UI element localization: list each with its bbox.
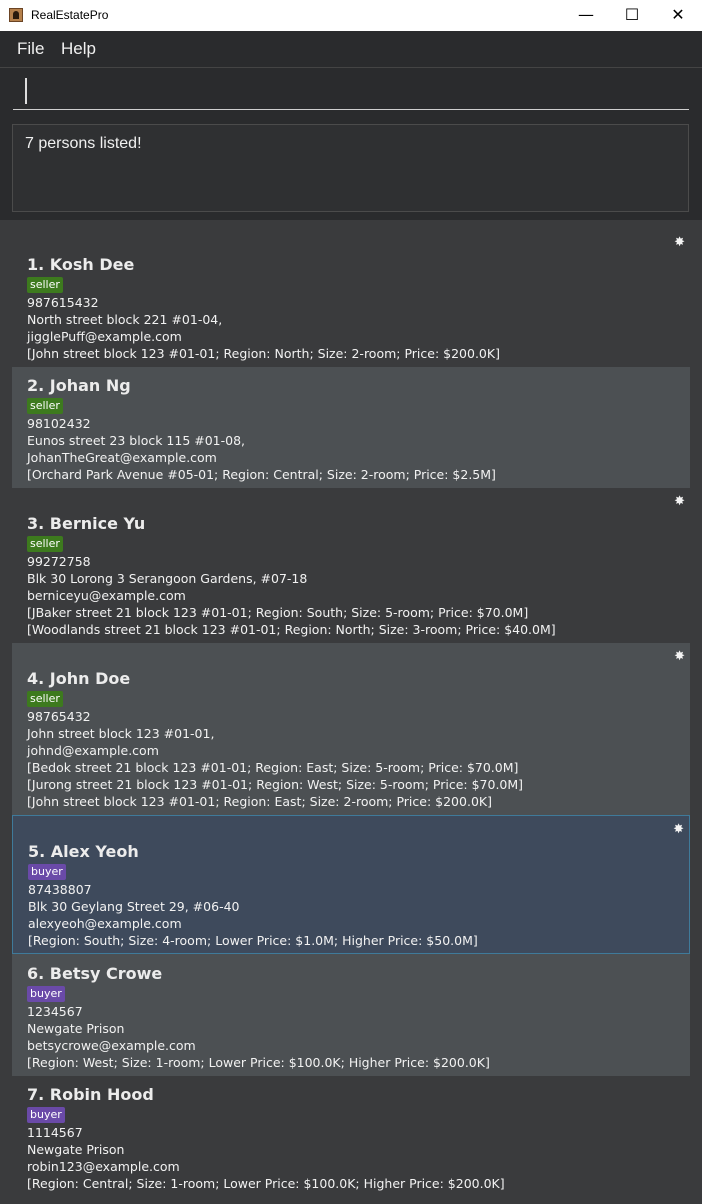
person-card[interactable]: 7. Robin Hood buyer 1114567 Newgate Pris… — [12, 1076, 690, 1204]
person-email: berniceyu@example.com — [27, 588, 186, 603]
property-entry: [JBaker street 21 block 123 #01-01; Regi… — [27, 605, 529, 620]
person-phone: 87438807 — [28, 882, 92, 897]
person-card[interactable]: ✸ 4. John Doe seller 98765432 John stree… — [12, 643, 690, 815]
person-phone: 1234567 — [27, 1004, 83, 1019]
command-input[interactable] — [13, 77, 689, 110]
buyer-preference: [Region: West; Size: 1-room; Lower Price… — [27, 1055, 490, 1070]
person-card[interactable]: ✸ 1. Kosh Dee seller 987615432 North str… — [12, 230, 690, 367]
menu-bar: File Help — [0, 31, 702, 67]
person-name: 2. Johan Ng — [27, 376, 131, 395]
role-tag: buyer — [28, 864, 66, 880]
minimize-button[interactable]: — — [563, 0, 609, 31]
property-entry: [Woodlands street 21 block 123 #01-01; R… — [27, 622, 556, 637]
property-entry: [John street block 123 #01-01; Region: N… — [27, 346, 500, 361]
person-address: Newgate Prison — [27, 1142, 125, 1157]
person-card-selected[interactable]: ✸ 5. Alex Yeoh buyer 87438807 Blk 30 Gey… — [12, 815, 690, 954]
person-name: 3. Bernice Yu — [27, 514, 146, 533]
person-name: 7. Robin Hood — [27, 1085, 154, 1104]
person-name: 1. Kosh Dee — [27, 255, 135, 274]
property-entry: [John street block 123 #01-01; Region: E… — [27, 794, 492, 809]
menu-file[interactable]: File — [17, 39, 44, 59]
favourite-burst-icon: ✸ — [674, 494, 685, 509]
person-address: North street block 221 #01-04, — [27, 312, 223, 327]
text-caret — [25, 78, 27, 104]
role-tag: seller — [27, 691, 63, 707]
person-card[interactable]: 6. Betsy Crowe buyer 1234567 Newgate Pri… — [12, 954, 690, 1076]
property-entry: [Bedok street 21 block 123 #01-01; Regio… — [27, 760, 519, 775]
person-phone: 987615432 — [27, 295, 99, 310]
person-email: robin123@example.com — [27, 1159, 180, 1174]
close-button[interactable]: ✕ — [655, 0, 701, 31]
person-name: 5. Alex Yeoh — [28, 842, 139, 861]
person-phone: 1114567 — [27, 1125, 83, 1140]
person-address: John street block 123 #01-01, — [27, 726, 215, 741]
result-display-panel: 7 persons listed! — [0, 117, 702, 220]
person-email: betsycrowe@example.com — [27, 1038, 196, 1053]
person-address: Eunos street 23 block 115 #01-08, — [27, 433, 246, 448]
person-list[interactable]: ✸ 1. Kosh Dee seller 987615432 North str… — [12, 230, 690, 1204]
property-entry: [Jurong street 21 block 123 #01-01; Regi… — [27, 777, 524, 792]
result-message: 7 persons listed! — [25, 135, 142, 152]
favourite-burst-icon: ✸ — [673, 822, 684, 837]
command-box — [0, 67, 702, 118]
maximize-button[interactable]: ☐ — [609, 0, 655, 31]
role-tag: buyer — [27, 986, 65, 1002]
person-address: Newgate Prison — [27, 1021, 125, 1036]
favourite-burst-icon: ✸ — [674, 235, 685, 250]
person-phone: 98765432 — [27, 709, 91, 724]
buyer-preference: [Region: Central; Size: 1-room; Lower Pr… — [27, 1176, 505, 1191]
menu-help[interactable]: Help — [61, 39, 96, 59]
role-tag: seller — [27, 277, 63, 293]
app-icon — [9, 8, 23, 22]
person-email: alexyeoh@example.com — [28, 916, 182, 931]
person-name: 6. Betsy Crowe — [27, 964, 163, 983]
person-address: Blk 30 Geylang Street 29, #06-40 — [28, 899, 240, 914]
person-email: jigglePuff@example.com — [27, 329, 182, 344]
person-email: JohanTheGreat@example.com — [27, 450, 217, 465]
person-address: Blk 30 Lorong 3 Serangoon Gardens, #07-1… — [27, 571, 308, 586]
person-card[interactable]: ✸ 3. Bernice Yu seller 99272758 Blk 30 L… — [12, 488, 690, 643]
role-tag: buyer — [27, 1107, 65, 1123]
favourite-burst-icon: ✸ — [674, 649, 685, 664]
result-display: 7 persons listed! — [12, 124, 689, 212]
role-tag: seller — [27, 398, 63, 414]
buyer-preference: [Region: South; Size: 4-room; Lower Pric… — [28, 933, 478, 948]
window-title: RealEstatePro — [31, 8, 109, 22]
title-bar: RealEstatePro — ☐ ✕ — [0, 0, 702, 31]
person-card[interactable]: 2. Johan Ng seller 98102432 Eunos street… — [12, 367, 690, 488]
person-phone: 98102432 — [27, 416, 91, 431]
person-name: 4. John Doe — [27, 669, 131, 688]
person-email: johnd@example.com — [27, 743, 159, 758]
role-tag: seller — [27, 536, 63, 552]
person-phone: 99272758 — [27, 554, 91, 569]
property-entry: [Orchard Park Avenue #05-01; Region: Cen… — [27, 467, 496, 482]
